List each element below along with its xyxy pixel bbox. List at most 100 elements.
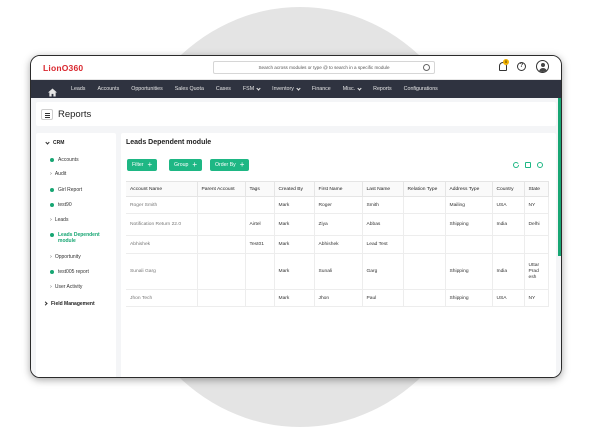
table-cell xyxy=(403,235,446,254)
group-button[interactable]: Group + xyxy=(169,159,203,171)
global-search-input[interactable]: Search across modules or type @ to searc… xyxy=(213,61,435,74)
table-cell xyxy=(403,253,446,290)
report-dot-icon xyxy=(50,203,54,207)
app-logo[interactable]: LionO360 xyxy=(43,63,83,73)
table-cell: Jhon xyxy=(314,289,363,307)
table-cell: Abhishek xyxy=(314,235,363,254)
sidebar-item-girl-report[interactable]: Girl Report xyxy=(50,187,82,193)
table-cell xyxy=(245,253,275,290)
report-dot-icon xyxy=(50,270,54,274)
order-by-button[interactable]: Order By + xyxy=(210,159,250,171)
table-cell: Paul xyxy=(362,289,404,307)
table-cell: Shipping xyxy=(445,289,493,307)
table-cell: Sunali xyxy=(314,253,363,290)
nav-fsm[interactable]: FSM xyxy=(237,85,266,92)
nav-sales-quota[interactable]: Sales Quota xyxy=(169,86,210,92)
table-cell xyxy=(245,196,275,214)
chevron-down-icon xyxy=(45,139,50,145)
chevron-down-icon xyxy=(296,85,301,91)
settings-icon[interactable] xyxy=(537,162,543,168)
sidebar-item-leads-dependent-module[interactable]: Leads Dependent module xyxy=(50,232,100,244)
export-icon[interactable] xyxy=(525,162,531,168)
table-cell: Shipping xyxy=(445,253,493,290)
table-row[interactable]: Abhishek Test01 Mark Abhishek Lead Test xyxy=(126,235,549,254)
table-cell: Mark xyxy=(274,253,315,290)
table-cell xyxy=(403,213,446,236)
top-bar: LionO360 Search across modules or type @… xyxy=(31,56,561,80)
nav-reports[interactable]: Reports xyxy=(367,86,398,92)
main-nav: Leads Accounts Opportunities Sales Quota… xyxy=(31,80,561,98)
notification-badge: 0 xyxy=(503,59,509,65)
scroll-indicator xyxy=(558,98,561,256)
sidebar-item-test005-report[interactable]: test005 report xyxy=(50,269,89,275)
table-cell xyxy=(197,213,246,236)
table-cell: Mark xyxy=(274,213,315,236)
report-dot-icon xyxy=(50,233,54,237)
filter-button[interactable]: Filter + xyxy=(127,159,158,171)
column-header[interactable]: Relation Type xyxy=(403,181,446,197)
table-cell: Jhon Tech xyxy=(126,289,198,307)
table-cell xyxy=(403,196,446,214)
column-header[interactable]: Country xyxy=(492,181,525,197)
help-icon[interactable]: ? xyxy=(517,62,526,71)
sidebar-item-user-activity[interactable]: › User Activity xyxy=(50,284,82,290)
column-header[interactable]: Tags xyxy=(245,181,275,197)
nav-inventory[interactable]: Inventory xyxy=(266,85,306,92)
table-cell: Notification Return 22.0 xyxy=(126,213,198,236)
table-cell: Delhi xyxy=(524,213,549,236)
table-cell: USA xyxy=(492,289,525,307)
nav-finance[interactable]: Finance xyxy=(306,86,337,92)
nav-opportunities[interactable]: Opportunities xyxy=(125,86,169,92)
table-cell xyxy=(403,289,446,307)
chevron-down-icon xyxy=(357,85,362,91)
table-cell xyxy=(245,289,275,307)
report-dot-icon xyxy=(50,188,54,192)
column-header[interactable]: First Name xyxy=(314,181,363,197)
chevron-right-icon: › xyxy=(50,171,52,177)
sidebar-item-test90[interactable]: test90 xyxy=(50,202,72,208)
table-cell: Roger xyxy=(314,196,363,214)
table-row[interactable]: Notification Return 22.0 Airtel Mark Ziy… xyxy=(126,213,549,236)
column-header[interactable]: Created By xyxy=(274,181,315,197)
chevron-right-icon: › xyxy=(50,284,52,290)
table-row[interactable]: Sunali Garg Mark Sunali Garg Shipping In… xyxy=(126,253,549,290)
table-cell: NY xyxy=(524,289,549,307)
table-header-row: Account Name Parent Account Tags Created… xyxy=(126,181,549,197)
column-header[interactable]: Account Name xyxy=(126,181,198,197)
table-cell: Abhishek xyxy=(126,235,198,254)
nav-accounts[interactable]: Accounts xyxy=(91,86,125,92)
home-icon[interactable] xyxy=(48,84,58,97)
table-row[interactable]: Jhon Tech Mark Jhon Paul Shipping USA NY xyxy=(126,289,549,307)
table-cell: Test01 xyxy=(245,235,275,254)
content-area: Reports CRM Accounts › Audit Girl Report … xyxy=(31,98,561,377)
nav-misc[interactable]: Misc. xyxy=(337,85,367,92)
user-avatar[interactable] xyxy=(536,60,549,73)
plus-icon: + xyxy=(147,160,153,169)
table-cell: Mark xyxy=(274,235,315,254)
sidebar-item-accounts[interactable]: Accounts xyxy=(50,157,79,163)
reports-sidebar: CRM Accounts › Audit Girl Report test90 ›… xyxy=(36,133,116,377)
refresh-icon[interactable] xyxy=(513,162,519,168)
column-header[interactable]: Parent Account xyxy=(197,181,246,197)
app-window: LionO360 Search across modules or type @… xyxy=(30,55,562,378)
sidebar-item-opportunity[interactable]: › Opportunity xyxy=(50,254,81,260)
column-header[interactable]: Last Name xyxy=(362,181,404,197)
nav-leads[interactable]: Leads xyxy=(65,86,91,92)
sidebar-section-field-management[interactable]: Field Management xyxy=(43,300,95,307)
sidebar-item-leads[interactable]: › Leads xyxy=(50,217,68,223)
table-cell: Garg xyxy=(362,253,404,290)
column-header[interactable]: State xyxy=(524,181,549,197)
nav-cases[interactable]: Cases xyxy=(210,86,237,92)
table-row[interactable]: Roger Smith Mark Roger Smith Mailing USA… xyxy=(126,196,549,214)
hamburger-menu-icon[interactable] xyxy=(41,109,53,120)
table-cell: Mark xyxy=(274,289,315,307)
nav-configurations[interactable]: Configurations xyxy=(398,86,444,92)
table-cell: Airtel xyxy=(245,213,275,236)
report-title: Leads Dependent module xyxy=(126,139,212,146)
clock-icon[interactable] xyxy=(423,64,430,71)
page-title: Reports xyxy=(58,109,92,120)
chevron-down-icon xyxy=(256,85,261,91)
sidebar-item-audit[interactable]: › Audit xyxy=(50,171,66,177)
sidebar-section-crm[interactable]: CRM xyxy=(45,139,64,146)
column-header[interactable]: Address Type xyxy=(445,181,493,197)
